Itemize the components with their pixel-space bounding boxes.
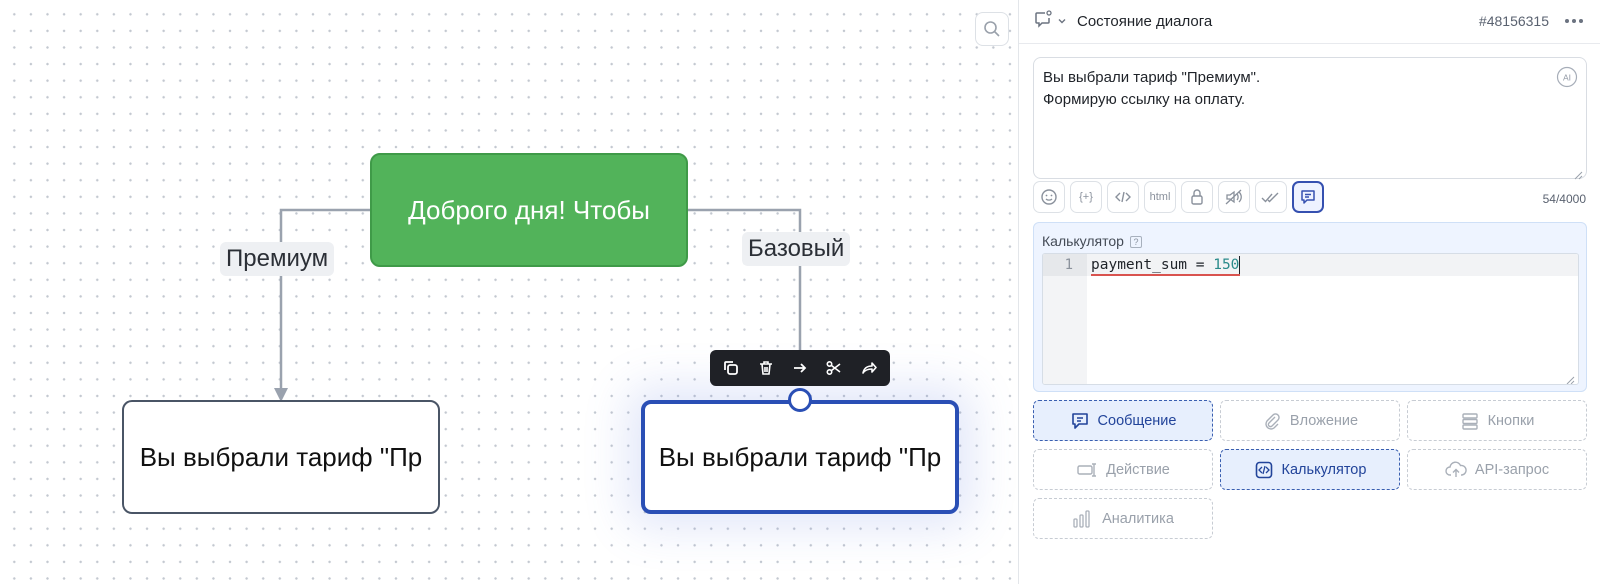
emoji-icon xyxy=(1041,189,1057,205)
edge-line-premium xyxy=(279,208,370,390)
message-button[interactable] xyxy=(1292,181,1324,213)
block-api-request-button[interactable]: API-запрос xyxy=(1407,449,1587,490)
block-attachment-label: Вложение xyxy=(1289,412,1359,429)
message-textarea[interactable]: Вы выбрали тариф "Премиум". Формирую ссы… xyxy=(1033,57,1587,180)
action-icon xyxy=(1077,462,1097,477)
block-action-label: Действие xyxy=(1106,461,1170,478)
html-label: html xyxy=(1149,191,1171,203)
block-picker: Сообщение Вложение Кнопки Действие Кальк… xyxy=(1033,400,1597,539)
calculator-block: Калькулятор? 1 payment_sum = 150 xyxy=(1033,222,1587,392)
calculator-label-text: Калькулятор xyxy=(1042,233,1124,249)
node-id: #48156315 xyxy=(1478,13,1549,29)
flow-node-premium-message[interactable]: Вы выбрали тариф "Пр xyxy=(122,400,440,514)
copy-icon[interactable] xyxy=(716,353,746,383)
panel-title: Состояние диалога xyxy=(1077,13,1213,30)
cloud-upload-icon xyxy=(1445,461,1467,477)
more-icon[interactable] xyxy=(1561,8,1587,34)
block-buttons-button[interactable]: Кнопки xyxy=(1407,400,1587,441)
calculator-label: Калькулятор? xyxy=(1042,233,1142,249)
line-number: 1 xyxy=(1043,254,1087,276)
lock-button[interactable] xyxy=(1181,181,1213,213)
panel-header: Состояние диалога #48156315 xyxy=(1019,0,1600,44)
calculator-icon xyxy=(1255,461,1272,478)
scissors-icon[interactable] xyxy=(819,353,849,383)
block-buttons-label: Кнопки xyxy=(1487,412,1535,429)
attachment-icon xyxy=(1265,412,1280,430)
arrow-right-icon[interactable] xyxy=(785,353,815,383)
message-line-2: Формирую ссылку на оплату. xyxy=(1043,91,1246,108)
flow-node-basic-message[interactable]: Вы выбрали тариф "Пр xyxy=(641,400,959,514)
svg-text:AI: AI xyxy=(1563,73,1571,83)
resize-grip-icon[interactable] xyxy=(1573,165,1583,180)
flow-node-basic-text: Вы выбрали тариф "Пр xyxy=(658,441,942,472)
braces-icon: {+} xyxy=(1079,191,1093,203)
read-receipt-button[interactable] xyxy=(1255,181,1287,213)
properties-panel: Состояние диалога #48156315 Вы выбрали т… xyxy=(1018,0,1600,584)
message-icon xyxy=(1071,412,1088,429)
code-variable: payment_sum = xyxy=(1091,257,1214,273)
editor-resize-grip-icon[interactable] xyxy=(1566,372,1575,384)
block-api-request-label: API-запрос xyxy=(1474,461,1550,478)
flow-node-premium-text: Вы выбрали тариф "Пр xyxy=(139,441,423,472)
block-action-button[interactable]: Действие xyxy=(1033,449,1213,490)
block-message-label: Сообщение xyxy=(1097,412,1177,429)
chat-state-icon[interactable] xyxy=(1033,9,1053,34)
share-icon[interactable] xyxy=(854,353,884,383)
message-line-1: Вы выбрали тариф "Премиум". xyxy=(1043,69,1261,86)
block-analytics-button[interactable]: Аналитика xyxy=(1033,498,1213,539)
html-button[interactable]: html xyxy=(1144,181,1176,213)
block-analytics-label: Аналитика xyxy=(1102,510,1174,527)
code-line-1[interactable]: payment_sum = 150 xyxy=(1091,254,1241,276)
message-tools: {+} html xyxy=(1033,181,1324,213)
block-message-button[interactable]: Сообщение xyxy=(1033,400,1213,441)
mute-button[interactable] xyxy=(1218,181,1250,213)
search-icon xyxy=(984,21,1000,37)
flow-node-start[interactable]: Доброго дня! Чтобы xyxy=(370,153,688,267)
buttons-icon xyxy=(1461,412,1478,430)
emoji-button[interactable] xyxy=(1033,181,1065,213)
flow-canvas[interactable]: Доброго дня! Чтобы Премиум Базовый Вы вы… xyxy=(0,0,1018,584)
code-editor[interactable]: 1 payment_sum = 150 xyxy=(1042,253,1579,385)
char-counter: 54/4000 xyxy=(1542,192,1586,206)
edge-label-premium[interactable]: Премиум xyxy=(220,242,335,276)
canvas-search-button[interactable] xyxy=(975,12,1009,46)
help-icon[interactable]: ? xyxy=(1129,236,1142,249)
flow-node-start-text: Доброго дня! Чтобы xyxy=(408,194,650,225)
chevron-down-icon[interactable] xyxy=(1057,13,1067,31)
code-number: 150 xyxy=(1213,257,1240,273)
code-button[interactable] xyxy=(1107,181,1139,213)
connection-handle[interactable] xyxy=(788,388,812,412)
lock-icon xyxy=(1191,189,1203,205)
message-icon xyxy=(1301,190,1315,204)
block-attachment-button[interactable]: Вложение xyxy=(1220,400,1400,441)
double-check-icon xyxy=(1261,192,1279,203)
block-calculator-label: Калькулятор xyxy=(1281,461,1367,478)
code-icon xyxy=(1115,191,1131,203)
edge-line-basic xyxy=(688,208,802,350)
analytics-icon xyxy=(1073,509,1090,528)
trash-icon[interactable] xyxy=(751,353,781,383)
node-toolbar xyxy=(710,350,890,386)
edge-label-basic[interactable]: Базовый xyxy=(742,232,851,266)
muted-speaker-icon xyxy=(1225,189,1242,205)
block-calculator-button[interactable]: Калькулятор xyxy=(1220,449,1400,490)
text-cursor xyxy=(1239,256,1241,274)
ai-icon[interactable]: AI xyxy=(1556,66,1578,88)
variables-button[interactable]: {+} xyxy=(1070,181,1102,213)
